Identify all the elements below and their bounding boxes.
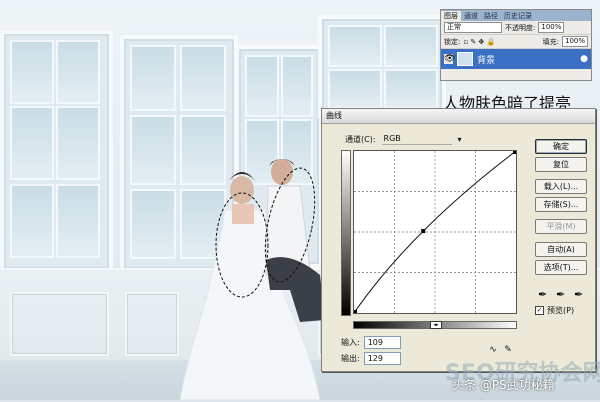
curve-graph[interactable] bbox=[353, 150, 517, 314]
channel-row: 通道(C): RGB ▾ bbox=[345, 134, 462, 145]
curve-control-point[interactable] bbox=[354, 310, 357, 313]
tab-history[interactable]: 历史记录 bbox=[501, 11, 535, 21]
preview-checkbox[interactable]: ✓ bbox=[535, 306, 544, 315]
blend-mode-select[interactable]: 正常 bbox=[444, 22, 502, 33]
visibility-eye-icon[interactable]: 👁 bbox=[444, 54, 455, 64]
channel-select[interactable]: RGB bbox=[381, 134, 452, 145]
layer-name: 背景 bbox=[477, 55, 496, 66]
options-button[interactable]: 选项(T)... bbox=[535, 260, 587, 275]
gray-eyedropper-icon[interactable]: ✒ bbox=[556, 288, 565, 301]
output-label: 输出: bbox=[341, 354, 360, 363]
curves-dialog: 曲线 通道(C): RGB ▾ ◂▸ 输入: 109 输出: 129 ∿ ✎ 确… bbox=[321, 108, 596, 372]
fill-label: 填充: bbox=[542, 37, 559, 46]
opacity-field[interactable]: 100% bbox=[538, 22, 565, 33]
input-label: 输入: bbox=[341, 338, 360, 347]
couple-photo bbox=[179, 159, 325, 400]
layers-lock-row: 锁定: ▫ ✎ ✥ 🔒 填充: 100% bbox=[441, 35, 591, 49]
tab-paths[interactable]: 路径 bbox=[481, 11, 501, 21]
chevron-down-icon[interactable]: ▾ bbox=[458, 135, 462, 144]
output-field[interactable]: 129 bbox=[363, 352, 401, 365]
layers-panel: 图层 通道 路径 历史记录 正常 不透明度: 100% 锁定: ▫ ✎ ✥ 🔒 … bbox=[440, 9, 592, 81]
layer-thumbnail bbox=[457, 52, 473, 66]
window-left bbox=[0, 30, 113, 273]
fill-field[interactable]: 100% bbox=[561, 36, 588, 47]
ok-button[interactable]: 确定 bbox=[535, 139, 587, 154]
white-eyedropper-icon[interactable]: ✒ bbox=[574, 288, 583, 301]
layers-panel-tabs: 图层 通道 路径 历史记录 bbox=[441, 10, 591, 21]
input-field[interactable]: 109 bbox=[363, 336, 401, 349]
black-eyedropper-icon[interactable]: ✒ bbox=[538, 288, 547, 301]
load-button[interactable]: 载入(L)... bbox=[535, 179, 587, 194]
lock-icon: ● bbox=[580, 54, 588, 64]
auto-button[interactable]: 自动(A) bbox=[535, 242, 587, 257]
save-button[interactable]: 存储(S)... bbox=[535, 197, 587, 212]
curve-control-point[interactable] bbox=[513, 151, 516, 154]
dialog-title: 曲线 bbox=[322, 109, 595, 124]
preview-label: 预览(P) bbox=[547, 306, 575, 315]
lock-label: 锁定: bbox=[444, 37, 461, 46]
channel-label: 通道(C): bbox=[345, 135, 376, 144]
opacity-label: 不透明度: bbox=[505, 23, 536, 32]
curve-control-point[interactable] bbox=[421, 229, 426, 234]
gradient-toggle-icon[interactable]: ◂▸ bbox=[430, 321, 442, 329]
layer-row-background[interactable]: 👁 背景 ● bbox=[441, 49, 591, 69]
preview-checkbox-row[interactable]: ✓ 预览(P) bbox=[535, 305, 574, 316]
lock-icons[interactable]: ▫ ✎ ✥ 🔒 bbox=[463, 38, 495, 46]
tab-layers[interactable]: 图层 bbox=[441, 11, 461, 21]
output-gradient-bar bbox=[341, 150, 351, 316]
smooth-button[interactable]: 平滑(M) bbox=[535, 219, 587, 234]
window-far-right bbox=[318, 15, 446, 118]
output-field-row: 输出: 129 bbox=[341, 352, 401, 365]
layers-blend-row: 正常 不透明度: 100% bbox=[441, 21, 591, 35]
input-field-row: 输入: 109 bbox=[341, 336, 401, 349]
reset-button[interactable]: 复位 bbox=[535, 157, 587, 172]
tab-channels[interactable]: 通道 bbox=[461, 11, 481, 21]
credit-text: 头条 @PS武功秘籍 bbox=[452, 378, 555, 392]
